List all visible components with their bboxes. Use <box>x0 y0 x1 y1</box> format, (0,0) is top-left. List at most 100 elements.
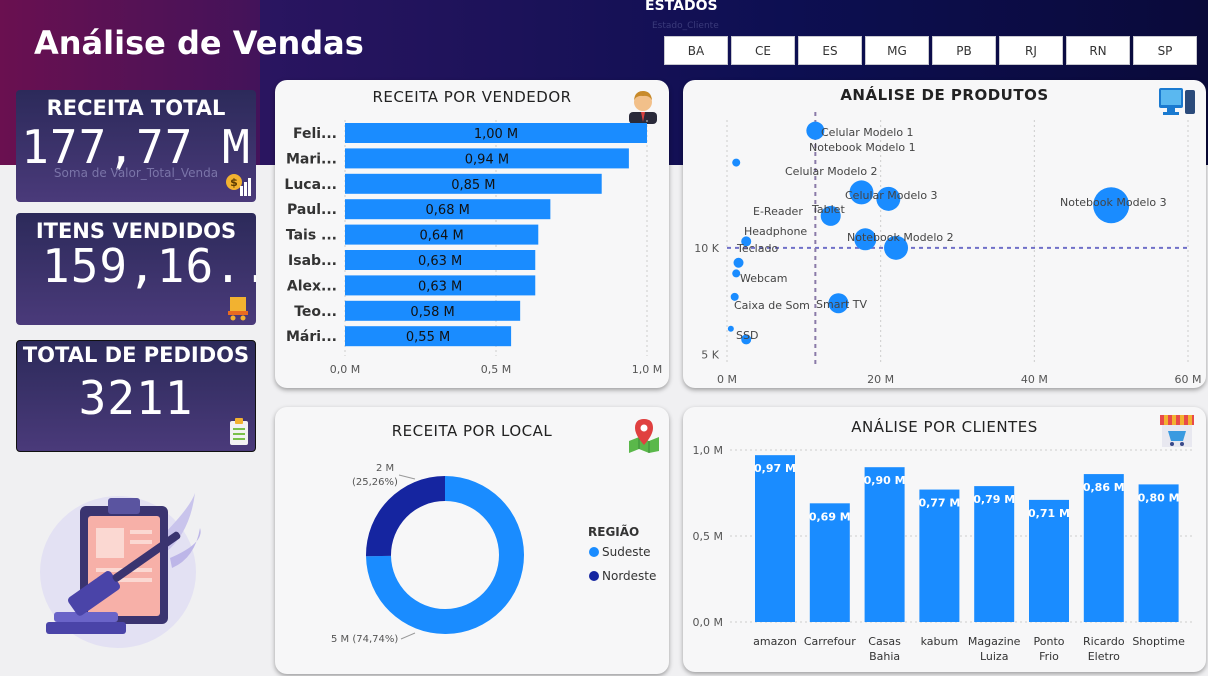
vendedor-category-label: Feli... <box>293 126 337 142</box>
svg-text:$: $ <box>230 176 238 189</box>
clientes-data-label: 0,69 M <box>809 510 851 523</box>
produtos-point-label: Headphone <box>744 225 807 238</box>
clientes-bar <box>1138 484 1179 622</box>
card-receita-local: RECEITA POR LOCAL 5 M (74,74%) 2 M (25,26%… <box>275 407 669 674</box>
vendedor-category-label: Mári... <box>286 329 337 345</box>
produtos-x-tick-label: 40 M <box>1021 373 1048 386</box>
produtos-point-label: Notebook Modelo 2 <box>847 231 954 244</box>
local-leader-line <box>398 474 416 480</box>
states-slicer: BA CE ES MG PB RJ RN SP <box>664 36 1197 65</box>
clientes-bar <box>974 486 1015 622</box>
produtos-point-label: Teclado <box>736 242 778 255</box>
vendedor-category-label: Alex... <box>287 278 337 294</box>
kpi-pedidos-value: 3211 <box>78 371 194 425</box>
produtos-point-label: Tablet <box>811 203 845 216</box>
clientes-y-tick-label: 1,0 M <box>693 444 723 457</box>
vendedor-data-label: 0,94 M <box>465 152 509 167</box>
clipboard-icon <box>230 418 248 445</box>
kpi-itens-value: 159,16... <box>42 239 256 293</box>
card-analise-produtos: ANÁLISE DE PRODUTOS 0 M 20 M 40 M 60 M5 K 10… <box>683 80 1206 388</box>
clientes-bar <box>755 455 795 622</box>
vendedor-data-label: 0,63 M <box>418 279 462 294</box>
clientes-category-label: kabum <box>921 635 959 648</box>
cart-icon <box>228 297 248 321</box>
clientes-category-label: Frio <box>1039 650 1059 663</box>
clientes-y-tick-label: 0,5 M <box>693 530 723 543</box>
clientes-data-label: 0,80 M <box>1138 491 1180 504</box>
vendedor-category-label: Tais ... <box>286 228 337 244</box>
vendedor-data-label: 0,58 M <box>410 305 454 320</box>
clientes-category-label: Casas <box>868 635 901 648</box>
produtos-point-label: Smart TV <box>816 298 867 311</box>
clientes-y-tick-label: 0,0 M <box>693 616 723 629</box>
clientes-data-label: 0,97 M <box>754 462 796 475</box>
produtos-point-label: SSD <box>736 329 758 342</box>
produtos-point-label: Celular Modelo 2 <box>785 165 878 178</box>
clientes-category-label: Magazine <box>968 635 1021 648</box>
vendedor-category-label: Mari... <box>286 151 337 167</box>
clientes-bar <box>864 467 905 622</box>
produtos-point-label: Notebook Modelo 3 <box>1060 196 1167 209</box>
states-filter-title: ESTADOS <box>645 0 718 14</box>
produtos-point-label: E-Reader <box>753 205 803 218</box>
local-legend-title: REGIÃO <box>588 524 639 539</box>
state-button-pb[interactable]: PB <box>932 36 996 65</box>
produtos-point-label: Notebook Modelo 1 <box>809 141 916 154</box>
clientes-bar <box>1083 474 1124 622</box>
state-button-rj[interactable]: RJ <box>999 36 1063 65</box>
vendedor-x-tick-label: 1,0 M <box>632 363 662 376</box>
card-receita-vendedor: RECEITA POR VENDEDOR 0,0 M 0,5 M 1,0 M Feli… <box>275 80 669 388</box>
produtos-point <box>733 257 744 268</box>
clientes-category-label: Luiza <box>980 650 1008 663</box>
state-button-rn[interactable]: RN <box>1066 36 1130 65</box>
clientes-category-label: Ricardo <box>1083 635 1125 648</box>
local-slice-label-sudeste: 5 M (74,74%) <box>331 634 398 645</box>
local-legend-item: Nordeste <box>602 569 656 583</box>
local-legend-marker <box>589 547 599 557</box>
produtos-point <box>727 325 734 332</box>
gavel-clipboard-illustration <box>40 493 201 648</box>
produtos-x-tick-label: 60 M <box>1175 373 1202 386</box>
produtos-x-tick-label: 0 M <box>717 373 737 386</box>
chart-analise-produtos: 0 M 20 M 40 M 60 M 5 K 10 K Celular Modelo 1 No… <box>694 112 1202 386</box>
produtos-point <box>732 158 741 167</box>
produtos-point-label: Webcam <box>740 272 788 285</box>
vendedor-category-label: Teo... <box>294 304 337 320</box>
card-analise-clientes: ANÁLISE POR CLIENTES 0,0 M 0,5 M 1,0 M 0,97… <box>683 407 1206 672</box>
clientes-data-label: 0,90 M <box>864 474 906 487</box>
vendedor-x-tick-label: 0,5 M <box>481 363 511 376</box>
produtos-y-tick-label: 10 K <box>694 242 719 255</box>
kpi-receita-total: RECEITA TOTAL 177,77 M Soma de Valor_Tot… <box>16 90 256 202</box>
produtos-point-label: Celular Modelo 1 <box>821 126 914 139</box>
clientes-category-label: Ponto <box>1034 635 1065 648</box>
produtos-x-tick-label: 20 M <box>867 373 894 386</box>
kpi-itens-vendidos: ITENS VENDIDOS 159,16... <box>16 213 256 325</box>
clientes-data-label: 0,71 M <box>1028 507 1070 520</box>
state-button-ce[interactable]: CE <box>731 36 795 65</box>
vendedor-data-label: 0,55 M <box>406 330 450 345</box>
local-legend-marker <box>589 571 599 581</box>
clientes-category-label: Shoptime <box>1132 635 1185 648</box>
local-slice-label-nordeste-value: 2 M <box>376 463 394 474</box>
state-button-sp[interactable]: SP <box>1133 36 1197 65</box>
local-legend-item: Sudeste <box>602 545 651 559</box>
vendedor-data-label: 0,68 M <box>426 203 470 218</box>
clientes-category-label: Bahia <box>869 650 900 663</box>
produtos-y-tick-label: 5 K <box>701 348 719 361</box>
clientes-category-label: Eletro <box>1088 650 1120 663</box>
vendedor-category-label: Isab... <box>288 253 337 269</box>
clientes-category-label: amazon <box>753 635 797 648</box>
state-button-mg[interactable]: MG <box>865 36 929 65</box>
vendedor-category-label: Luca... <box>284 177 337 193</box>
clientes-data-label: 0,86 M <box>1083 481 1125 494</box>
state-button-es[interactable]: ES <box>798 36 862 65</box>
state-button-ba[interactable]: BA <box>664 36 728 65</box>
clientes-data-label: 0,79 M <box>973 493 1015 506</box>
local-slice-label-nordeste-pct: (25,26%) <box>352 477 398 488</box>
chart-receita-vendedor: 0,0 M 0,5 M 1,0 M Feli... 1,00 M Mari... 0,94 … <box>284 120 662 376</box>
money-chart-icon: $ <box>226 174 251 196</box>
local-slice-nordeste <box>366 476 445 557</box>
kpi-total-pedidos: TOTAL DE PEDIDOS 3211 <box>16 340 256 452</box>
vendedor-x-tick-label: 0,0 M <box>330 363 360 376</box>
vendedor-data-label: 0,63 M <box>418 254 462 269</box>
